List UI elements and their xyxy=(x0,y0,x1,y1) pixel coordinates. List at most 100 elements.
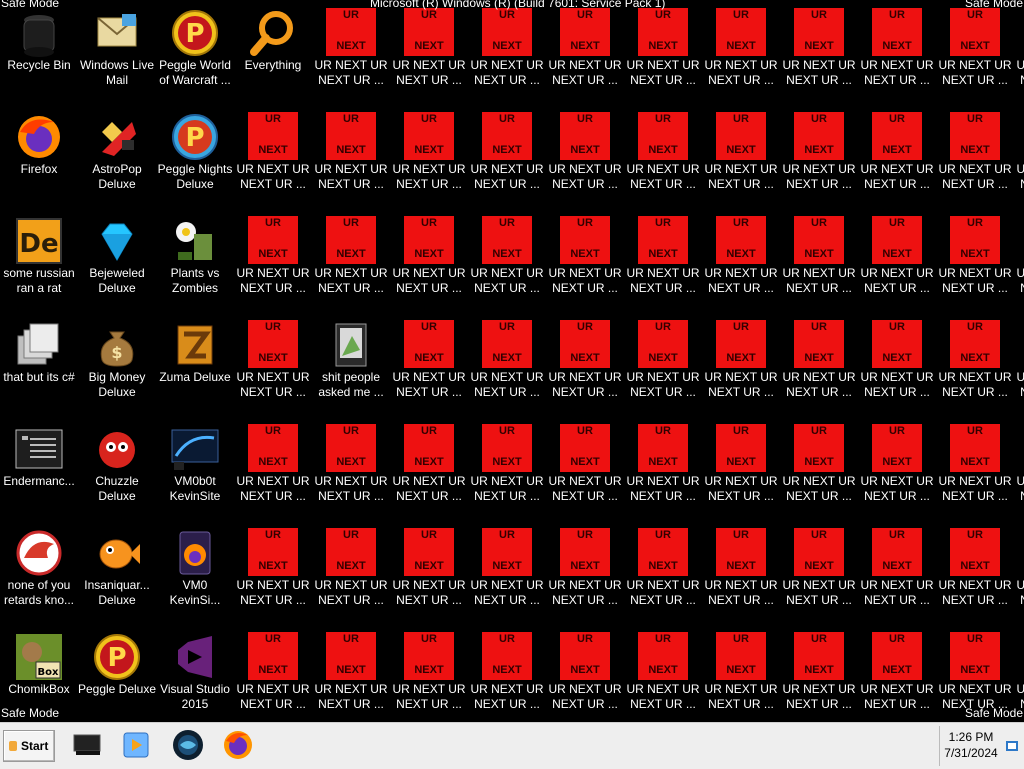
desktop-icon-ur-next[interactable]: URNEXTUR NEXT URNEXT UR ... xyxy=(234,312,312,412)
desktop-icon-zuma-deluxe[interactable]: Zuma Deluxe xyxy=(156,312,234,412)
desktop-icon-ur-next[interactable]: URNEXTUR NEXT URNEXT UR ... xyxy=(780,208,858,308)
desktop-icon-bejeweled-deluxe[interactable]: Bejeweled Deluxe xyxy=(78,208,156,308)
desktop-icon-ur-next[interactable]: URNEXTUR NEXT URNEXT UR ... xyxy=(468,0,546,100)
desktop-icon-ur-next[interactable]: URNEXTUR NEXT URNEXT UR ... xyxy=(468,624,546,722)
action-center-icon[interactable] xyxy=(1006,740,1018,751)
desktop-icon-ur-next[interactable]: URNEXTUR NEXT URNEXT UR ... xyxy=(468,208,546,308)
desktop-icon-ur-next[interactable]: URNEXTUR NEXT URNEXT UR ... xyxy=(312,208,390,308)
desktop-icon-ur-next[interactable]: URNEXTUR NEXT URNEXT UR ... xyxy=(858,416,936,516)
desktop-icon-ur-next[interactable]: URNEXTUR NEXT URNEXT UR ... xyxy=(390,416,468,516)
start-button[interactable]: Start xyxy=(3,730,55,762)
desktop-icon-ur-next[interactable]: URNEXTUR NEXT URNEXT UR ... xyxy=(468,104,546,204)
desktop-icon-ur-next[interactable]: URNEXTUR NEXT URNEXT UR ... xyxy=(468,520,546,620)
desktop-icon-some-russian-ran-a-rat[interactable]: De some russian ran a rat xyxy=(0,208,78,308)
desktop-icon-vm0-kevinsi[interactable]: VM0 KevinSi... xyxy=(156,520,234,620)
desktop-icon-plants-vs-zombies[interactable]: Plants vs Zombies xyxy=(156,208,234,308)
desktop-icon-ur-next[interactable]: URNEXTUR NEXT URNEXT UR ... xyxy=(780,0,858,100)
desktop-icon-recycle-bin[interactable]: Recycle Bin xyxy=(0,0,78,100)
system-clock[interactable]: 1:26 PM 7/31/2024 xyxy=(939,726,1024,766)
desktop-icon-ur-next[interactable]: URNEXTUR NEXT URNEXT UR ... xyxy=(546,104,624,204)
desktop-icon-ur-next[interactable]: URNEXTUR NEXT URNEXT UR ... xyxy=(1014,208,1024,308)
desktop-icon-ur-next[interactable]: URNEXTUR NEXT URNEXT UR ... xyxy=(624,208,702,308)
desktop-icon-ur-next[interactable]: URNEXTUR NEXT URNEXT UR ... xyxy=(624,104,702,204)
desktop-icon-windows-live-mail[interactable]: Windows Live Mail xyxy=(78,0,156,100)
desktop-icon-that-but-its-c[interactable]: that but its c# xyxy=(0,312,78,412)
desktop-icon-ur-next[interactable]: URNEXTUR NEXT URNEXT UR ... xyxy=(390,208,468,308)
desktop-icon-endermanch[interactable]: Endermanc... xyxy=(0,416,78,516)
desktop-icon-ur-next[interactable]: URNEXTUR NEXT URNEXT UR ... xyxy=(624,0,702,100)
desktop-icon-ur-next[interactable]: URNEXTUR NEXT URNEXT UR ... xyxy=(702,520,780,620)
globe-icon[interactable] xyxy=(170,727,206,763)
desktop-icon-ur-next[interactable]: URNEXTUR NEXT URNEXT UR ... xyxy=(546,208,624,308)
computer-icon[interactable] xyxy=(70,727,106,763)
firefox-icon[interactable] xyxy=(220,727,256,763)
desktop-icon-ur-next[interactable]: URNEXTUR NEXT URNEXT UR ... xyxy=(702,624,780,722)
desktop-icon-ur-next[interactable]: URNEXTUR NEXT URNEXT UR ... xyxy=(780,104,858,204)
desktop-icon-ur-next[interactable]: URNEXTUR NEXT URNEXT UR ... xyxy=(780,520,858,620)
desktop-icon-firefox[interactable]: Firefox xyxy=(0,104,78,204)
desktop-icon-big-money-deluxe[interactable]: $ Big Money Deluxe xyxy=(78,312,156,412)
desktop-icon-ur-next[interactable]: URNEXTUR NEXT URNEXT UR ... xyxy=(1014,104,1024,204)
desktop-icon-ur-next[interactable]: URNEXTUR NEXT URNEXT UR ... xyxy=(780,312,858,412)
desktop-icon-visual-studio-2015[interactable]: Visual Studio 2015 xyxy=(156,624,234,722)
desktop-icon-ur-next[interactable]: URNEXTUR NEXT URNEXT UR ... xyxy=(234,624,312,722)
desktop-icon-ur-next[interactable]: URNEXTUR NEXT URNEXT UR ... xyxy=(858,312,936,412)
desktop-icon-ur-next[interactable]: URNEXTUR NEXT URNEXT UR ... xyxy=(702,104,780,204)
desktop-icon-ur-next[interactable]: URNEXTUR NEXT URNEXT UR ... xyxy=(936,104,1014,204)
desktop-icon-ur-next[interactable]: URNEXTUR NEXT URNEXT UR ... xyxy=(312,104,390,204)
desktop-icon-ur-next[interactable]: URNEXTUR NEXT URNEXT UR ... xyxy=(858,0,936,100)
desktop-icon-ur-next[interactable]: URNEXTUR NEXT URNEXT UR ... xyxy=(234,520,312,620)
desktop-icon-ur-next[interactable]: URNEXTUR NEXT URNEXT UR ... xyxy=(780,624,858,722)
desktop-icon-ur-next[interactable]: URNEXTUR NEXT URNEXT UR ... xyxy=(1014,0,1024,100)
desktop-icon-none-of-you-retards[interactable]: none of you retards kno... xyxy=(0,520,78,620)
desktop-icon-ur-next[interactable]: URNEXTUR NEXT URNEXT UR ... xyxy=(234,104,312,204)
desktop-icon-ur-next[interactable]: URNEXTUR NEXT URNEXT UR ... xyxy=(858,208,936,308)
media-player-icon[interactable] xyxy=(118,727,154,763)
desktop-icon-ur-next[interactable]: URNEXTUR NEXT URNEXT UR ... xyxy=(1014,312,1024,412)
desktop-icon-ur-next[interactable]: URNEXTUR NEXT URNEXT UR ... xyxy=(390,0,468,100)
desktop-icon-vm0b0t-kevinsite[interactable]: VM0b0t KevinSite xyxy=(156,416,234,516)
desktop-icon-ur-next[interactable]: URNEXTUR NEXT URNEXT UR ... xyxy=(702,312,780,412)
desktop-icon-ur-next[interactable]: URNEXTUR NEXT URNEXT UR ... xyxy=(312,520,390,620)
desktop-icon-ur-next[interactable]: URNEXTUR NEXT URNEXT UR ... xyxy=(780,416,858,516)
desktop-icon-astropop-deluxe[interactable]: AstroPop Deluxe xyxy=(78,104,156,204)
desktop-icon-ur-next[interactable]: URNEXTUR NEXT URNEXT UR ... xyxy=(1014,416,1024,516)
desktop-icon-ur-next[interactable]: URNEXTUR NEXT URNEXT UR ... xyxy=(390,312,468,412)
desktop-icon-ur-next[interactable]: URNEXTUR NEXT URNEXT UR ... xyxy=(936,208,1014,308)
desktop-icon-ur-next[interactable]: URNEXTUR NEXT URNEXT UR ... xyxy=(936,416,1014,516)
desktop-icon-ur-next[interactable]: URNEXTUR NEXT URNEXT UR ... xyxy=(702,0,780,100)
desktop-icon-ur-next[interactable]: URNEXTUR NEXT URNEXT UR ... xyxy=(312,0,390,100)
desktop-icon-ur-next[interactable]: URNEXTUR NEXT URNEXT UR ... xyxy=(936,0,1014,100)
desktop-icon-shit-people-asked-me[interactable]: shit people asked me ... xyxy=(312,312,390,412)
desktop-icon-ur-next[interactable]: URNEXTUR NEXT URNEXT UR ... xyxy=(312,416,390,516)
desktop-icon-ur-next[interactable]: URNEXTUR NEXT URNEXT UR ... xyxy=(390,104,468,204)
desktop-icon-ur-next[interactable]: URNEXTUR NEXT URNEXT UR ... xyxy=(936,520,1014,620)
desktop-icon-chuzzle-deluxe[interactable]: Chuzzle Deluxe xyxy=(78,416,156,516)
desktop-icon-ur-next[interactable]: URNEXTUR NEXT URNEXT UR ... xyxy=(234,416,312,516)
desktop-icon-ur-next[interactable]: URNEXTUR NEXT URNEXT UR ... xyxy=(234,208,312,308)
desktop-icon-insaniquarium-deluxe[interactable]: Insaniquar... Deluxe xyxy=(78,520,156,620)
desktop-icon-ur-next[interactable]: URNEXTUR NEXT URNEXT UR ... xyxy=(390,520,468,620)
desktop-icon-ur-next[interactable]: URNEXTUR NEXT URNEXT UR ... xyxy=(624,520,702,620)
desktop-icon-ur-next[interactable]: URNEXTUR NEXT URNEXT UR ... xyxy=(546,520,624,620)
desktop-icon-ur-next[interactable]: URNEXTUR NEXT URNEXT UR ... xyxy=(702,208,780,308)
desktop-icon-ur-next[interactable]: URNEXTUR NEXT URNEXT UR ... xyxy=(312,624,390,722)
desktop-icon-ur-next[interactable]: URNEXTUR NEXT URNEXT UR ... xyxy=(1014,520,1024,620)
desktop-icon-ur-next[interactable]: URNEXTUR NEXT URNEXT UR ... xyxy=(624,416,702,516)
desktop-icon-ur-next[interactable]: URNEXTUR NEXT URNEXT UR ... xyxy=(546,0,624,100)
desktop-icon-ur-next[interactable]: URNEXTUR NEXT URNEXT UR ... xyxy=(858,520,936,620)
desktop-icon-ur-next[interactable]: URNEXTUR NEXT URNEXT UR ... xyxy=(624,312,702,412)
desktop-icon-ur-next[interactable]: URNEXTUR NEXT URNEXT UR ... xyxy=(624,624,702,722)
desktop-icon-ur-next[interactable]: URNEXTUR NEXT URNEXT UR ... xyxy=(858,624,936,722)
desktop-icon-ur-next[interactable]: URNEXTUR NEXT URNEXT UR ... xyxy=(468,312,546,412)
desktop-icon-ur-next[interactable]: URNEXTUR NEXT URNEXT UR ... xyxy=(858,104,936,204)
desktop-icon-peggle-world-of-warcraft[interactable]: P Peggle World of Warcraft ... xyxy=(156,0,234,100)
desktop-icon-ur-next[interactable]: URNEXTUR NEXT URNEXT UR ... xyxy=(468,416,546,516)
desktop-icon-peggle-nights-deluxe[interactable]: P Peggle Nights Deluxe xyxy=(156,104,234,204)
desktop-icon-ur-next[interactable]: URNEXTUR NEXT URNEXT UR ... xyxy=(546,624,624,722)
desktop-icon-ur-next[interactable]: URNEXTUR NEXT URNEXT UR ... xyxy=(546,312,624,412)
desktop-icon-ur-next[interactable]: URNEXTUR NEXT URNEXT UR ... xyxy=(546,416,624,516)
desktop-icon-peggle-deluxe[interactable]: P Peggle Deluxe xyxy=(78,624,156,722)
desktop-icon-everything[interactable]: Everything xyxy=(234,0,312,100)
desktop-icon-ur-next[interactable]: URNEXTUR NEXT URNEXT UR ... xyxy=(390,624,468,722)
